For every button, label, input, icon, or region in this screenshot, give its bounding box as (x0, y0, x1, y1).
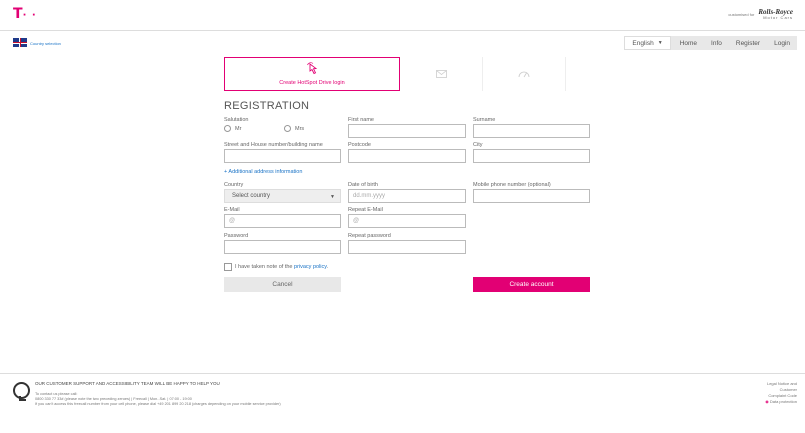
top-nav: English ▼ Home Info Register Login (624, 36, 797, 50)
nav-register[interactable]: Register (729, 36, 767, 50)
additional-address-link[interactable]: + Additional address information (224, 169, 302, 175)
customised-for: customised for Rolls-Royce Motor Cars (728, 9, 793, 21)
password-field[interactable] (224, 240, 341, 254)
email-placeholder: @ (229, 218, 236, 224)
cursor-tap-icon (307, 62, 318, 75)
speedometer-icon (518, 71, 530, 78)
country-select-value: Select country (232, 193, 271, 199)
repeat-email-field[interactable]: @ (348, 214, 466, 228)
salutation-label: Salutation (224, 117, 249, 123)
radio-mrs[interactable] (284, 125, 291, 132)
surname-label: Surname (473, 117, 496, 123)
customised-for-label: customised for (728, 12, 755, 17)
city-label: City (473, 142, 483, 148)
support-line-2: 0800 330 77 33# (please note the two pre… (35, 397, 192, 401)
support-line-1: To contact us please call: (35, 392, 78, 396)
repeat-password-field[interactable] (348, 240, 466, 254)
create-account-button[interactable]: Create account (473, 277, 590, 292)
repeat-password-label: Repeat password (348, 233, 391, 239)
dob-placeholder: dd.mm.yyyy (353, 193, 386, 199)
logo-dots: · · (22, 10, 37, 21)
privacy-suffix: . (326, 264, 329, 270)
rolls-royce-logo: Rolls-Royce Motor Cars (758, 9, 793, 21)
footer: Our customer support and accessibility t… (0, 373, 805, 433)
radio-mrs-label: Mrs (295, 126, 305, 132)
header: T· · customised for Rolls-Royce Motor Ca… (0, 0, 805, 31)
support-line-3: If you can't access this freecall number… (35, 402, 281, 406)
chevron-down-icon: ▼ (657, 40, 663, 46)
shield-icon: ◉ (765, 399, 769, 404)
email-icon (435, 70, 447, 78)
first-name-field[interactable] (348, 124, 466, 138)
support-title: Our customer support and accessibility t… (35, 381, 220, 386)
email-field[interactable]: @ (224, 214, 341, 228)
radio-mr[interactable] (224, 125, 231, 132)
password-label: Password (224, 233, 249, 239)
brand-sub: Motor Cars (763, 15, 793, 20)
tab-create-login-label: Create HotSpot Drive login (279, 80, 345, 86)
headset-icon (13, 382, 30, 401)
telekom-logo[interactable]: T· · (13, 7, 37, 23)
footer-links: Legal Notice and Customer Complaint Code… (765, 381, 797, 405)
radio-mr-label: Mr (235, 126, 242, 132)
country-selection-link[interactable]: Country selection (30, 41, 61, 46)
dob-field[interactable]: dd.mm.yyyy (348, 189, 466, 203)
privacy-checkbox-label: I have taken note of the privacy policy. (235, 264, 328, 270)
postcode-label: Postcode (348, 142, 371, 148)
street-field[interactable] (224, 149, 341, 163)
privacy-policy-link[interactable]: privacy policy (294, 264, 327, 270)
tab-create-login[interactable]: Create HotSpot Drive login (224, 57, 400, 91)
tab-email[interactable] (400, 57, 483, 91)
repeat-email-placeholder: @ (353, 218, 360, 224)
logo-t: T (13, 6, 23, 22)
surname-field[interactable] (473, 124, 590, 138)
subbar: Country selection English ▼ Home Info Re… (0, 31, 805, 56)
repeat-email-label: Repeat E-Mail (348, 207, 383, 213)
nav-login[interactable]: Login (767, 36, 797, 50)
nav-home[interactable]: Home (673, 36, 704, 50)
cancel-button[interactable]: Cancel (224, 277, 341, 292)
tab-speed[interactable] (483, 57, 566, 91)
mobile-label: Mobile phone number (optional) (473, 182, 551, 188)
street-label: Street and House number/building name (224, 142, 323, 148)
mobile-field[interactable] (473, 189, 590, 203)
postcode-field[interactable] (348, 149, 466, 163)
first-name-label: First name (348, 117, 374, 123)
privacy-prefix: I have taken note of the (235, 264, 295, 270)
data-protection-link[interactable]: ◉ Data protection (765, 399, 797, 405)
page-title: REGISTRATION (224, 100, 310, 112)
email-label: E-Mail (224, 207, 240, 213)
privacy-checkbox[interactable] (224, 263, 232, 271)
chevron-down-icon: ▼ (330, 194, 335, 200)
country-select[interactable]: Select country ▼ (224, 189, 341, 203)
data-protection-label: Data protection (769, 399, 797, 404)
nav-info[interactable]: Info (704, 36, 729, 50)
language-label: English (632, 39, 654, 47)
language-select[interactable]: English ▼ (624, 36, 671, 50)
step-tabs: Create HotSpot Drive login (224, 57, 604, 91)
city-field[interactable] (473, 149, 590, 163)
country-label: Country (224, 182, 244, 188)
uk-flag-icon[interactable] (13, 38, 27, 47)
dob-label: Date of birth (348, 182, 378, 188)
